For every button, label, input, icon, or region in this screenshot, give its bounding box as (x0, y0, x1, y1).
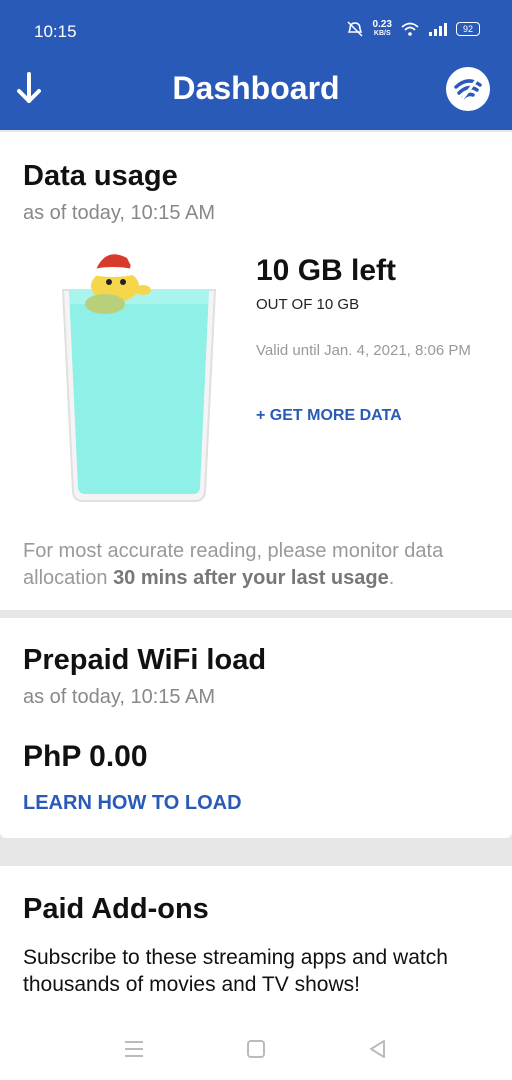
status-time: 10:15 (34, 22, 77, 41)
battery-icon: 92 (456, 22, 480, 36)
load-balance: PhP 0.00 (23, 740, 148, 773)
net-speed-unit: KB/S (373, 30, 391, 37)
data-validity: Valid until Jan. 4, 2021, 8:06 PM (256, 342, 471, 359)
data-total: OUT OF 10 GB (256, 296, 360, 313)
status-bar: 10:15 0.23 KB/S 92 (0, 0, 512, 62)
usage-note: For most accurate reading, please monito… (23, 538, 493, 592)
system-nav-bar (0, 1022, 512, 1080)
wifi-logo-button[interactable] (446, 67, 490, 111)
mute-bell-icon (347, 21, 363, 37)
app-header: 10:15 0.23 KB/S 92 Dashboard (0, 0, 512, 130)
data-glass-illustration (61, 254, 217, 502)
learn-how-to-load-link[interactable]: LEARN HOW TO LOAD (23, 792, 242, 815)
net-speed: 0.23 KB/S (373, 20, 392, 38)
square-icon[interactable] (244, 1038, 268, 1060)
status-icons: 0.23 KB/S 92 (345, 20, 480, 38)
triangle-back-icon[interactable] (366, 1038, 390, 1060)
usage-note-suffix: . (388, 567, 395, 589)
data-remaining: 10 GB left (256, 254, 397, 287)
battery-level: 92 (462, 24, 473, 34)
page-title: Dashboard (172, 70, 340, 106)
get-more-data-link[interactable]: + GET MORE DATA (256, 407, 402, 425)
data-usage-title: Data usage (23, 160, 178, 192)
net-speed-value: 0.23 (372, 19, 392, 30)
prepaid-load-title: Prepaid WiFi load (23, 644, 267, 676)
usage-note-bold: 30 mins after your last usage (113, 567, 389, 589)
data-usage-as-of: as of today, 10:15 AM (23, 202, 215, 224)
prepaid-load-as-of: as of today, 10:15 AM (23, 686, 215, 708)
paid-addons-title: Paid Add-ons (23, 893, 209, 925)
paid-addons-description: Subscribe to these streaming apps and wa… (23, 946, 448, 996)
menu-icon[interactable] (122, 1038, 146, 1060)
wifi-signal-icon (401, 22, 419, 36)
cell-signal-icon (429, 23, 447, 36)
wifi-logo-icon (454, 77, 482, 103)
